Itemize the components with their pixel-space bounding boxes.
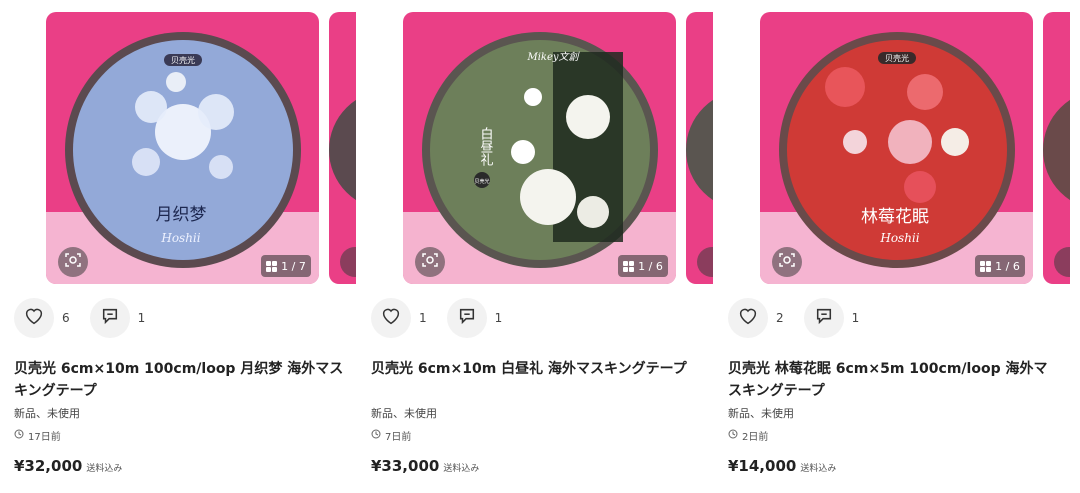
posted-time-text: 7日前 <box>385 432 412 443</box>
shipping-note: 送料込み <box>443 464 480 474</box>
tape-logo: Hoshii <box>879 231 919 245</box>
tape-label: 月织梦 <box>156 205 207 225</box>
action-row: 6 1 <box>14 298 165 338</box>
tape-label: 林莓花眠 <box>861 207 929 227</box>
price: ¥32,000 送料込み <box>14 457 122 475</box>
listing-card[interactable]: 贝壳光 月织梦 Hoshii 1 / 7 6 1 贝壳光 6cm×10m 100… <box>0 0 356 493</box>
image-search-button[interactable] <box>415 247 445 277</box>
clock-icon <box>14 429 24 442</box>
tape-logo: Hoshii <box>160 231 200 245</box>
image-carousel[interactable]: 贝壳光 林莓花眠 Hoshii 1 / 6 <box>760 12 1070 284</box>
image-counter: 1 / 7 <box>261 255 311 277</box>
image-carousel[interactable]: 白昼礼 Mikey文創 贝壳光 1 / 6 <box>403 12 713 284</box>
image-counter: 1 / 6 <box>618 255 668 277</box>
brand-label: 贝壳光 <box>885 53 909 63</box>
price-amount: ¥14,000 <box>728 457 797 475</box>
image-counter-text: 1 / 7 <box>281 259 306 273</box>
grid-icon <box>980 260 992 272</box>
listing-grid: 贝壳光 月织梦 Hoshii 1 / 7 6 1 贝壳光 6cm×10m 100… <box>0 0 1080 493</box>
posted-time: 7日前 <box>371 428 411 443</box>
item-condition: 新品、未使用 <box>371 407 437 420</box>
price: ¥33,000 送料込み <box>371 457 479 475</box>
like-count: 6 <box>62 311 70 325</box>
speech-bubble-icon <box>815 307 833 329</box>
item-condition: 新品、未使用 <box>14 407 80 420</box>
image-search-icon <box>422 252 438 272</box>
clock-icon <box>371 429 381 442</box>
comment-count: 1 <box>851 311 860 325</box>
shipping-note: 送料込み <box>800 464 837 474</box>
heart-outline-icon <box>738 307 758 329</box>
posted-time-text: 2日前 <box>742 432 769 443</box>
listing-title[interactable]: 贝壳光 6cm×10m 白昼礼 海外マスキングテープ <box>371 358 701 380</box>
image-counter: 1 / 6 <box>975 255 1025 277</box>
comment-button[interactable] <box>446 298 487 338</box>
product-photo[interactable]: 贝壳光 月织梦 Hoshii <box>46 12 319 284</box>
grid-icon <box>266 260 278 272</box>
listing-title[interactable]: 贝壳光 林莓花眠 6cm×5m 100cm/loop 海外マスキングテープ <box>728 358 1058 402</box>
like-count: 2 <box>776 311 784 325</box>
listing-title[interactable]: 贝壳光 6cm×10m 100cm/loop 月织梦 海外マスキングテープ <box>14 358 344 402</box>
image-search-icon <box>779 252 795 272</box>
shipping-note: 送料込み <box>86 464 123 474</box>
image-carousel[interactable]: 贝壳光 月织梦 Hoshii 1 / 7 <box>46 12 356 284</box>
brand-label: 贝壳光 <box>474 178 489 185</box>
listing-card[interactable]: 贝壳光 林莓花眠 Hoshii 1 / 6 2 1 贝壳光 林莓花眠 6cm×5… <box>714 0 1070 493</box>
next-photo-peek[interactable] <box>329 12 356 284</box>
brand-label: 贝壳光 <box>171 55 195 65</box>
price: ¥14,000 送料込み <box>728 457 836 475</box>
comment-button[interactable] <box>803 298 844 338</box>
speech-bubble-icon <box>458 307 476 329</box>
image-search-icon <box>65 252 81 272</box>
grid-icon <box>623 260 635 272</box>
next-photo-peek[interactable] <box>686 12 713 284</box>
speech-bubble-icon <box>101 307 119 329</box>
tape-label: 白昼礼 <box>478 126 494 167</box>
next-photo-peek[interactable] <box>1043 12 1070 284</box>
posted-time: 2日前 <box>728 428 768 443</box>
comment-count: 1 <box>137 311 146 325</box>
like-button[interactable] <box>371 298 411 338</box>
comment-button[interactable] <box>89 298 130 338</box>
product-photo[interactable]: 贝壳光 林莓花眠 Hoshii <box>760 12 1033 284</box>
product-photo[interactable]: 白昼礼 Mikey文創 贝壳光 <box>403 12 676 284</box>
clock-icon <box>728 429 738 442</box>
like-button[interactable] <box>728 298 768 338</box>
comment-count: 1 <box>494 311 503 325</box>
tape-logo: Mikey文創 <box>526 51 580 63</box>
image-search-button[interactable] <box>772 247 802 277</box>
item-condition: 新品、未使用 <box>728 407 794 420</box>
posted-time-text: 17日前 <box>28 432 61 443</box>
listing-card[interactable]: 白昼礼 Mikey文創 贝壳光 1 / 6 1 1 贝壳光 6cm×10m 白昼… <box>357 0 713 493</box>
action-row: 1 1 <box>371 298 522 338</box>
price-amount: ¥32,000 <box>14 457 83 475</box>
price-amount: ¥33,000 <box>371 457 440 475</box>
image-counter-text: 1 / 6 <box>638 259 663 273</box>
like-count: 1 <box>419 311 427 325</box>
heart-outline-icon <box>24 307 44 329</box>
image-counter-text: 1 / 6 <box>995 259 1020 273</box>
action-row: 2 1 <box>728 298 879 338</box>
posted-time: 17日前 <box>14 428 61 443</box>
like-button[interactable] <box>14 298 54 338</box>
heart-outline-icon <box>381 307 401 329</box>
image-search-button[interactable] <box>58 247 88 277</box>
